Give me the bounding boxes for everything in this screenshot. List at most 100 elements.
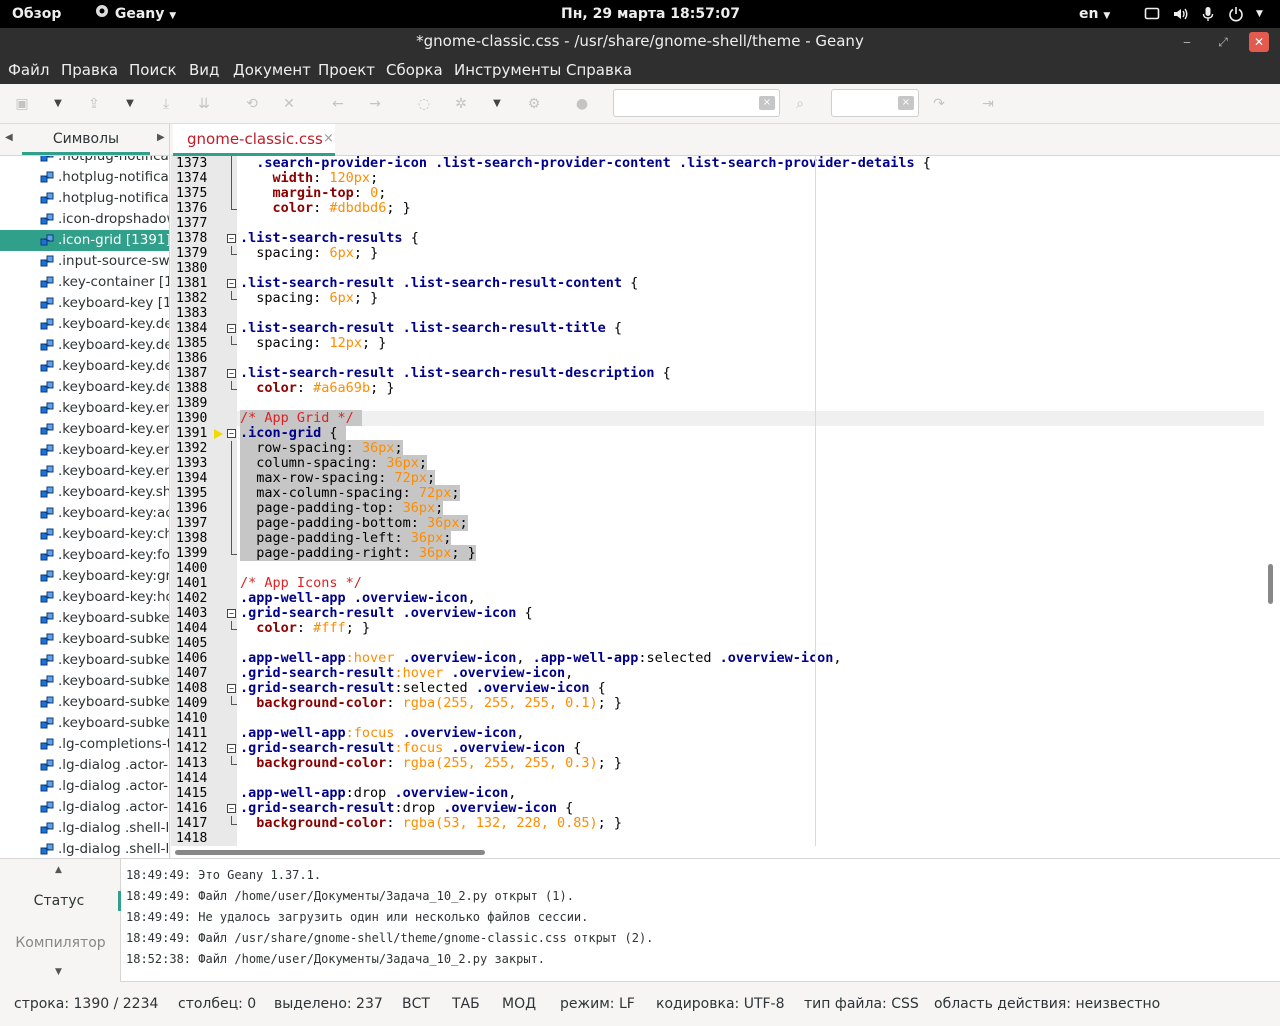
symbol-item[interactable]: .lg-dialog .actor-lin <box>0 776 169 797</box>
symbol-item[interactable]: .lg-dialog .shell-lin <box>0 818 169 839</box>
goto-line-entry[interactable]: × <box>831 89 919 117</box>
code-line[interactable]: .search-provider-icon .list-search-provi… <box>237 156 1264 171</box>
run-icon[interactable]: ⚙ <box>525 95 543 113</box>
close-window-button[interactable]: ✕ <box>1249 32 1269 52</box>
code-line[interactable]: max-row-spacing: 72px; <box>237 470 1264 486</box>
chevron-down-icon[interactable]: ▼ <box>55 967 62 977</box>
symbol-item[interactable]: .lg-dialog .shell-lin <box>0 839 169 858</box>
menu-file[interactable]: Файл <box>8 56 49 84</box>
code-line[interactable]: page-padding-right: 36px; } <box>237 545 1264 561</box>
symbol-item[interactable]: .keyboard-subkeys <box>0 608 169 629</box>
code-line[interactable] <box>237 711 1264 726</box>
symbol-item[interactable]: .keyboard-subkeys <box>0 692 169 713</box>
code-line[interactable]: background-color: rgba(255, 255, 255, 0.… <box>237 696 1264 711</box>
fold-toggle-icon[interactable]: − <box>227 324 236 333</box>
symbol-item[interactable]: .keyboard-key:focu <box>0 545 169 566</box>
tab-status[interactable]: Статус <box>0 891 121 911</box>
bookmark-marker-icon[interactable] <box>214 429 223 439</box>
code-line[interactable]: .app-well-app .overview-icon, <box>237 591 1264 606</box>
symbol-item[interactable]: .keyboard-subkeys <box>0 671 169 692</box>
save-all-icon[interactable]: ⇊ <box>195 95 213 113</box>
symbol-item[interactable]: .keyboard-key.ente <box>0 461 169 482</box>
tab-gnome-classic-css[interactable]: gnome-classic.css × <box>173 124 335 156</box>
build-icon[interactable]: ✲ <box>452 95 470 113</box>
code-line[interactable] <box>237 636 1264 651</box>
mic-icon[interactable] <box>1200 6 1216 22</box>
code-line[interactable]: background-color: rgba(53, 132, 228, 0.8… <box>237 816 1264 831</box>
chevron-down-icon[interactable]: ▼ <box>488 95 506 113</box>
symbol-item[interactable]: .keyboard-key.defa <box>0 356 169 377</box>
menu-help[interactable]: Справка <box>566 56 632 84</box>
tab-symbols[interactable]: Символы <box>22 124 150 155</box>
code-line[interactable]: width: 120px; <box>237 171 1264 186</box>
symbol-item[interactable]: .keyboard-key.defa <box>0 335 169 356</box>
code-line[interactable]: .list-search-result .list-search-result-… <box>237 366 1264 381</box>
symbol-item[interactable]: .keyboard-key:hov <box>0 587 169 608</box>
code-line[interactable] <box>237 771 1264 786</box>
code-line[interactable]: .app-well-app:hover .overview-icon, .app… <box>237 651 1264 666</box>
code-line[interactable]: spacing: 6px; } <box>237 291 1264 306</box>
compile-icon[interactable]: ◌ <box>415 95 433 113</box>
save-icon[interactable]: ⤓ <box>157 95 175 113</box>
code-line[interactable]: row-spacing: 36px; <box>237 440 1264 456</box>
code-line[interactable] <box>237 831 1264 846</box>
code-line[interactable]: .list-search-results { <box>237 231 1264 246</box>
symbol-item[interactable]: .keyboard-key [16 <box>0 293 169 314</box>
new-file-icon[interactable]: ▣ <box>13 95 31 113</box>
forward-icon[interactable]: → <box>366 95 384 113</box>
code-line[interactable]: .grid-search-result:drop .overview-icon … <box>237 801 1264 816</box>
symbol-item[interactable]: .keyboard-key.shift <box>0 482 169 503</box>
symbol-item[interactable]: .keyboard-key:acti <box>0 503 169 524</box>
fold-toggle-icon[interactable]: − <box>227 429 236 438</box>
code-line[interactable]: page-padding-top: 36px; <box>237 500 1264 516</box>
symbol-item[interactable]: .hotplug-notificati <box>0 167 169 188</box>
volume-icon[interactable] <box>1172 6 1188 22</box>
chevron-down-icon[interactable]: ▼ <box>49 95 67 113</box>
window-titlebar[interactable]: *gnome-classic.css - /usr/share/gnome-sh… <box>0 28 1280 56</box>
tab-scroll-right-icon[interactable]: ▶ <box>157 132 165 143</box>
symbol-item[interactable]: .keyboard-key:che <box>0 524 169 545</box>
menu-edit[interactable]: Правка <box>61 56 118 84</box>
code-line[interactable]: .icon-grid { <box>237 425 1264 441</box>
code-line[interactable] <box>237 216 1264 231</box>
symbol-item[interactable]: .key-container [16 <box>0 272 169 293</box>
code-line[interactable]: .list-search-result .list-search-result-… <box>237 276 1264 291</box>
symbol-item[interactable]: .icon-dropshadow <box>0 209 169 230</box>
code-line[interactable]: margin-top: 0; <box>237 186 1264 201</box>
code-line[interactable]: color: #a6a69b; } <box>237 381 1264 396</box>
tab-compiler[interactable]: Компилятор <box>0 933 121 953</box>
code-line[interactable]: spacing: 6px; } <box>237 246 1264 261</box>
fold-toggle-icon[interactable]: − <box>227 684 236 693</box>
fold-toggle-icon[interactable]: − <box>227 369 236 378</box>
code-line[interactable]: /* App Grid */ <box>237 410 1264 426</box>
code-line[interactable]: max-column-spacing: 72px; <box>237 485 1264 501</box>
code-line[interactable]: color: #fff; } <box>237 621 1264 636</box>
line-number-gutter[interactable]: 1373 1374 1375 1376 1377 1378−1379 1380 1381−13… <box>171 156 237 846</box>
back-icon[interactable]: ← <box>329 95 347 113</box>
menu-view[interactable]: Вид <box>189 56 219 84</box>
code-area[interactable]: .search-provider-icon .list-search-provi… <box>237 156 1264 846</box>
symbol-item[interactable]: .keyboard-key.defa <box>0 314 169 335</box>
symbol-item[interactable]: .keyboard-key:gray <box>0 566 169 587</box>
menu-document[interactable]: Документ <box>233 56 311 84</box>
symbol-item[interactable]: .icon-grid [1391] <box>0 230 169 251</box>
clock[interactable]: Пн, 29 марта 18:57:07 <box>561 0 740 28</box>
search-icon[interactable]: ⌕ <box>791 95 809 113</box>
code-line[interactable]: /* App Icons */ <box>237 576 1264 591</box>
horizontal-scrollbar[interactable] <box>171 846 1280 858</box>
clear-icon[interactable]: × <box>898 96 914 110</box>
chevron-up-icon[interactable]: ▲ <box>55 865 62 875</box>
code-line[interactable] <box>237 396 1264 411</box>
clear-icon[interactable]: × <box>759 96 775 110</box>
fold-toggle-icon[interactable]: − <box>227 744 236 753</box>
symbol-item[interactable]: .hotplug-notificati <box>0 188 169 209</box>
code-line[interactable]: .grid-search-result:focus .overview-icon… <box>237 741 1264 756</box>
menu-tools[interactable]: Инструменты <box>454 56 561 84</box>
close-icon[interactable]: ✕ <box>280 95 298 113</box>
symbol-item[interactable]: .keyboard-subkeys <box>0 629 169 650</box>
vertical-scrollbar-thumb[interactable] <box>1268 564 1273 604</box>
symbol-item[interactable]: .input-source-switc <box>0 251 169 272</box>
menu-project[interactable]: Проект <box>318 56 375 84</box>
symbol-item[interactable]: .keyboard-subkeys <box>0 650 169 671</box>
code-line[interactable]: background-color: rgba(255, 255, 255, 0.… <box>237 756 1264 771</box>
